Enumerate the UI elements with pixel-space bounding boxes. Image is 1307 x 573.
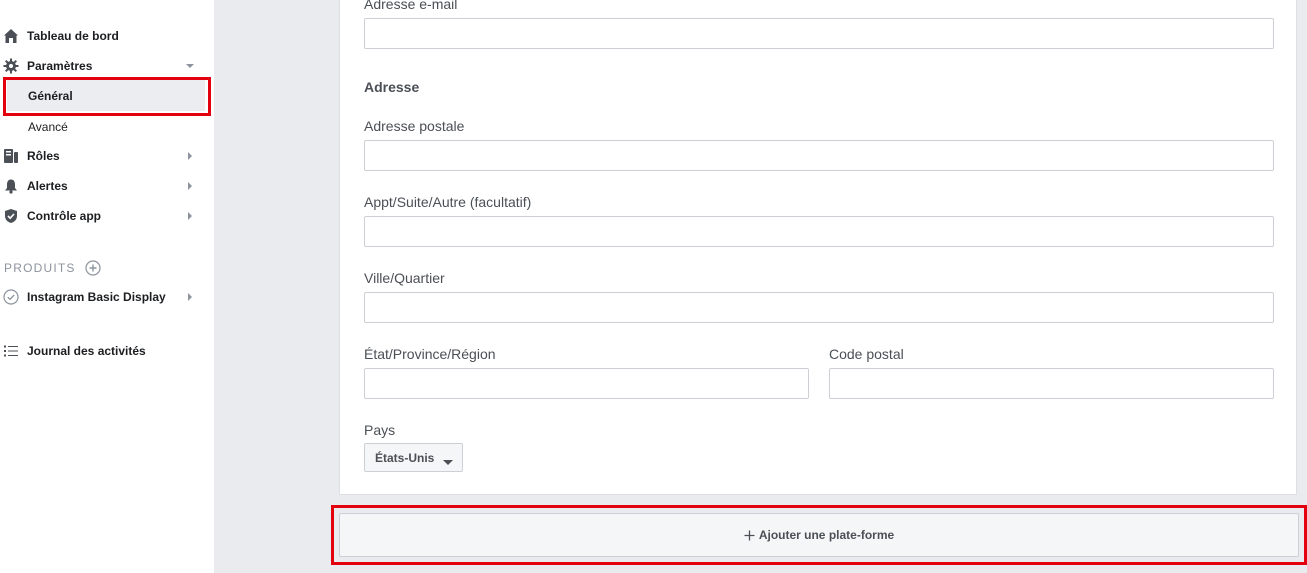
shield-icon (3, 208, 19, 224)
apt-label: Appt/Suite/Autre (facultatif) (364, 194, 532, 210)
sidebar: Tableau de bord Paramètres Général Avanc… (0, 0, 214, 573)
sidebar-item-instagram-basic-display[interactable]: Instagram Basic Display (0, 282, 210, 312)
gear-icon (3, 58, 19, 74)
sidebar-item-roles[interactable]: Rôles (0, 141, 210, 171)
sidebar-item-advanced[interactable]: Avancé (28, 112, 68, 142)
sidebar-item-label: Journal des activités (27, 344, 146, 358)
sidebar-item-app-review[interactable]: Contrôle app (0, 201, 210, 231)
roles-icon (3, 148, 19, 164)
country-label: Pays (364, 422, 396, 438)
state-field[interactable] (364, 368, 809, 399)
chevron-right-icon (185, 151, 195, 161)
email-label: Adresse e-mail (364, 0, 458, 12)
chevron-right-icon (185, 211, 195, 221)
sidebar-item-label: Général (28, 88, 73, 103)
home-icon (3, 28, 19, 44)
chevron-down-icon (443, 455, 453, 469)
add-platform-button[interactable]: Ajouter une plate-forme (339, 513, 1299, 557)
chevron-down-icon (185, 61, 195, 71)
apt-suite-field[interactable] (364, 216, 1274, 247)
state-label: État/Province/Région (364, 346, 496, 362)
sidebar-item-settings[interactable]: Paramètres (0, 51, 210, 81)
check-circle-icon (3, 289, 19, 305)
city-label: Ville/Quartier (364, 270, 445, 286)
add-platform-label: Ajouter une plate-forme (758, 528, 895, 542)
country-select[interactable]: États-Unis (364, 443, 463, 472)
zip-label: Code postal (829, 346, 904, 362)
sidebar-item-general[interactable]: Général (7, 80, 205, 111)
settings-card (339, 0, 1297, 495)
email-field[interactable] (364, 18, 1274, 49)
zip-code-field[interactable] (829, 368, 1274, 399)
sidebar-item-label: Instagram Basic Display (27, 290, 166, 304)
address-section-title: Adresse (364, 79, 420, 95)
chevron-right-icon (185, 181, 195, 191)
sidebar-item-label: Rôles (27, 149, 60, 163)
street-address-field[interactable] (364, 140, 1274, 171)
city-field[interactable] (364, 292, 1274, 323)
sidebar-item-label: Contrôle app (27, 209, 101, 223)
country-select-value: États-Unis (375, 450, 435, 465)
bell-icon (3, 178, 19, 194)
products-section-header: PRODUITS (4, 261, 76, 275)
add-product-button[interactable] (85, 260, 101, 276)
sidebar-item-dashboard[interactable]: Tableau de bord (0, 21, 210, 51)
chevron-right-icon (185, 292, 195, 302)
sidebar-item-label: Alertes (27, 179, 68, 193)
sidebar-item-label: Avancé (28, 120, 68, 134)
sidebar-item-label: Tableau de bord (27, 29, 119, 43)
sidebar-item-label: Paramètres (27, 59, 93, 73)
plus-circle-icon (85, 260, 101, 276)
sidebar-item-activity-log[interactable]: Journal des activités (0, 336, 210, 366)
plus-icon (744, 530, 755, 541)
sidebar-item-alerts[interactable]: Alertes (0, 171, 210, 201)
street-label: Adresse postale (364, 118, 465, 134)
list-icon (3, 343, 19, 359)
